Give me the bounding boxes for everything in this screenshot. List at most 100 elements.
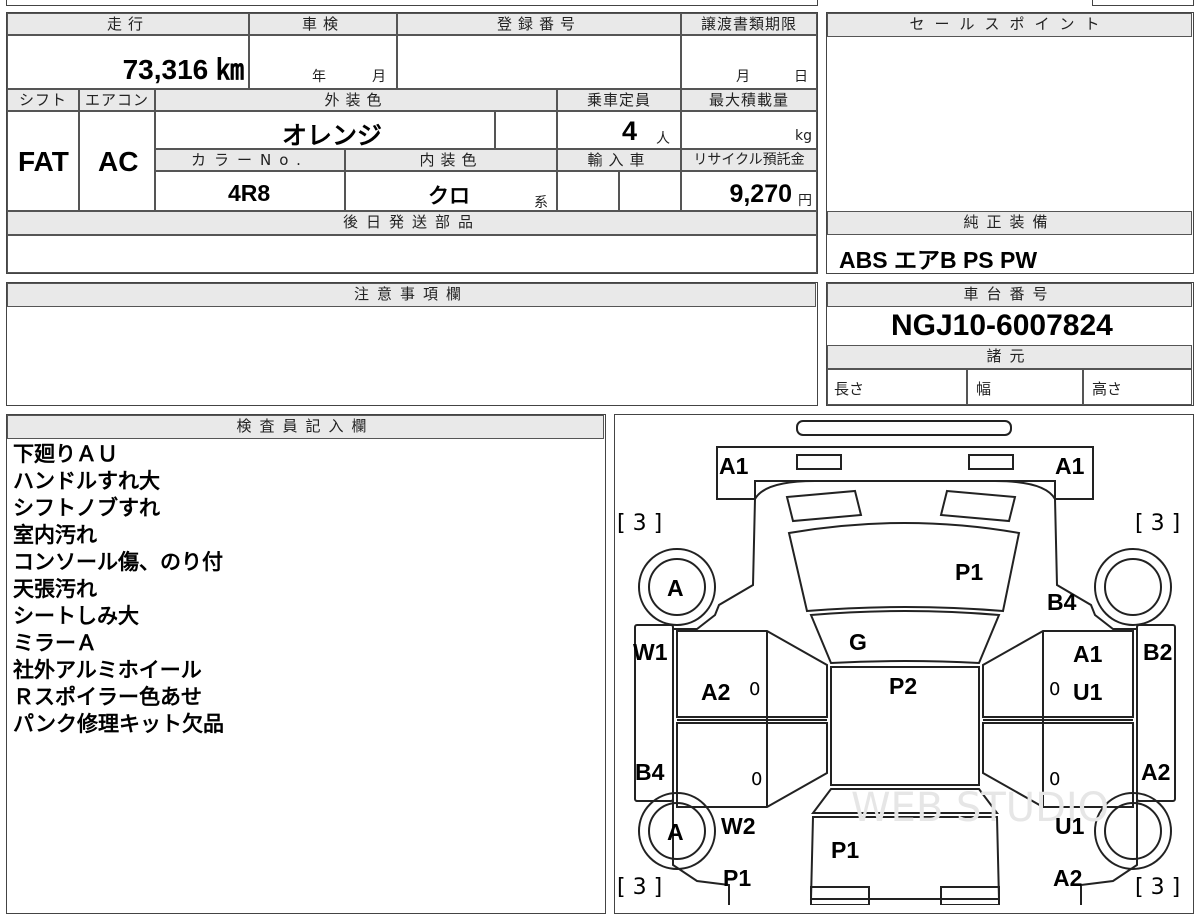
tire-rear-right-bracket: [ 3 ] [1135, 875, 1181, 900]
recycle-header: リサイクル預託金 [681, 149, 817, 171]
color-no-cell: 4R8 [155, 171, 345, 211]
left-rear-door-mark: 0 [751, 769, 763, 790]
left-rear-side-label: B4 [635, 759, 665, 785]
headlight-right [968, 454, 1014, 470]
vehicle-summary-table: 走行 車検 登録番号 譲渡書類期限 73,316 ㎞ 年 月 月 日 シフト エ… [6, 12, 818, 274]
import-cell-a [557, 171, 619, 211]
capacity-value: 4 [622, 116, 638, 146]
import-header: 輸入車 [557, 149, 681, 171]
mileage-header: 走行 [7, 13, 249, 35]
inspection-header: 車検 [249, 13, 397, 35]
chassis-no-value: NGJ10-6007824 [891, 309, 1113, 342]
right-rear-bumper-label: A2 [1053, 865, 1083, 891]
exterior-color-cell: オレンジ [155, 111, 495, 150]
right-rear-door-mark: 0 [1049, 769, 1061, 790]
right-front-fender-side-label: B2 [1143, 639, 1173, 665]
left-front-door [676, 630, 828, 718]
left-front-door-label: A2 [701, 679, 731, 705]
transfer-day-unit: 日 [794, 69, 808, 85]
mileage-value: 73,316 ㎞ [122, 54, 244, 85]
front-bumper-strip [796, 420, 1012, 436]
aircon-cell: AC [79, 111, 155, 211]
car-diagram-box: WEB STUDIO A1 A1 [ 3 ] [ 3 ] A P1 B4 G W… [614, 414, 1194, 914]
right-front-door-top-label: A1 [1073, 641, 1103, 667]
inspector-note: 天張汚れ [13, 577, 97, 601]
front-right-fender-label: B4 [1047, 589, 1077, 615]
inspection-month-unit: 月 [372, 69, 386, 85]
standard-equipment-value: ABS エアB PS PW [839, 247, 1038, 273]
capacity-header: 乗車定員 [557, 89, 681, 111]
tire-front-left-bracket: [ 3 ] [617, 511, 663, 536]
color-no-value: 4R8 [228, 180, 271, 206]
shift-value: FAT [18, 146, 69, 177]
rear-bumper-left [810, 886, 870, 905]
right-front-door-label: U1 [1073, 679, 1103, 705]
interior-color-cell: クロ 系 [345, 171, 557, 211]
tire-rear-left-bracket: [ 3 ] [617, 875, 663, 900]
aircon-header: エアコン [79, 89, 155, 111]
transfer-deadline-cell: 月 日 [681, 35, 817, 89]
wheel-front-right-inner [1104, 558, 1162, 616]
wheel-rear-right-inner [1104, 802, 1162, 860]
mileage-cell: 73,316 ㎞ [7, 35, 249, 89]
max-load-unit: kg [795, 128, 812, 144]
inspector-box: 検査員記入欄 下廻りＡＵ ハンドルすれ大 シフトノブすれ 室内汚れ コンソール傷… [6, 414, 606, 914]
top-cropped-strip-right [1092, 0, 1194, 6]
shift-cell: FAT [7, 111, 79, 211]
left-rear-quarter-label: W2 [721, 813, 756, 839]
front-right-label: A1 [1055, 453, 1085, 479]
chassis-box: 車台番号 NGJ10-6007824 諸元 長さ 幅 高さ [826, 282, 1194, 406]
right-front-door [982, 630, 1134, 718]
exterior-color-header: 外装色 [155, 89, 557, 111]
sales-point-box: セールスポイント 純正装備 ABS エアB PS PW [826, 12, 1194, 274]
wheel-front-left-label: A [667, 575, 684, 601]
notes-box: 注意事項欄 [6, 282, 818, 406]
later-parts-cell [7, 235, 817, 273]
import-cell-b [619, 171, 681, 211]
grille-left [785, 489, 863, 523]
specs-header: 諸元 [827, 345, 1192, 369]
recycle-cell: 9,270 円 [681, 171, 817, 211]
height-label: 高さ [1092, 380, 1123, 398]
left-front-door-mark: 0 [749, 679, 761, 700]
interior-color-header: 内装色 [345, 149, 557, 171]
front-frame [716, 446, 1094, 500]
front-left-label: A1 [719, 453, 749, 479]
trunk-label: P1 [831, 837, 860, 863]
inspector-note: 下廻りＡＵ [13, 442, 118, 466]
inspector-note: ハンドルすれ大 [13, 469, 160, 493]
roof-label: P2 [889, 673, 918, 699]
capacity-unit: 人 [656, 131, 670, 147]
car-diagram [634, 420, 1176, 905]
shift-header: シフト [7, 89, 79, 111]
inspector-notes: 下廻りＡＵ ハンドルすれ大 シフトノブすれ 室内汚れ コンソール傷、のり付 天張… [13, 441, 224, 738]
right-rear-side-label: A2 [1141, 759, 1171, 785]
left-rear-bumper-label: P1 [723, 865, 752, 891]
wheel-rear-left-label: A [667, 819, 684, 845]
top-cropped-strip [6, 0, 818, 6]
registration-cell [397, 35, 681, 89]
standard-equipment-header: 純正装備 [827, 211, 1192, 235]
tire-front-right-bracket: [ 3 ] [1135, 511, 1181, 536]
inspector-note: パンク修理キット欠品 [13, 712, 225, 736]
inspector-note: 社外アルミホイール [13, 658, 202, 682]
left-front-fender-side-label: W1 [633, 639, 668, 665]
color-no-header: カラーNo. [155, 149, 345, 171]
inspector-note: 室内汚れ [13, 523, 97, 547]
right-rear-quarter-label: U1 [1055, 813, 1085, 839]
hood-label: P1 [955, 559, 984, 585]
inspector-note: Ｒスポイラー色あせ [13, 685, 202, 709]
transfer-month-unit: 月 [736, 69, 750, 85]
transfer-deadline-header: 譲渡書類期限 [681, 13, 817, 35]
length-label: 長さ [834, 380, 865, 398]
windshield-outline [809, 610, 1001, 665]
inspection-cell: 年 月 [249, 35, 397, 89]
recycle-value: 9,270 [729, 180, 792, 208]
left-rear-door [676, 722, 828, 808]
width-label: 幅 [976, 380, 992, 398]
inspector-header: 検査員記入欄 [7, 415, 604, 439]
interior-color-value: クロ [428, 185, 470, 208]
width-cell: 幅 [967, 369, 1083, 405]
height-cell: 高さ [1083, 369, 1192, 405]
later-parts-header: 後日発送部品 [7, 211, 817, 235]
